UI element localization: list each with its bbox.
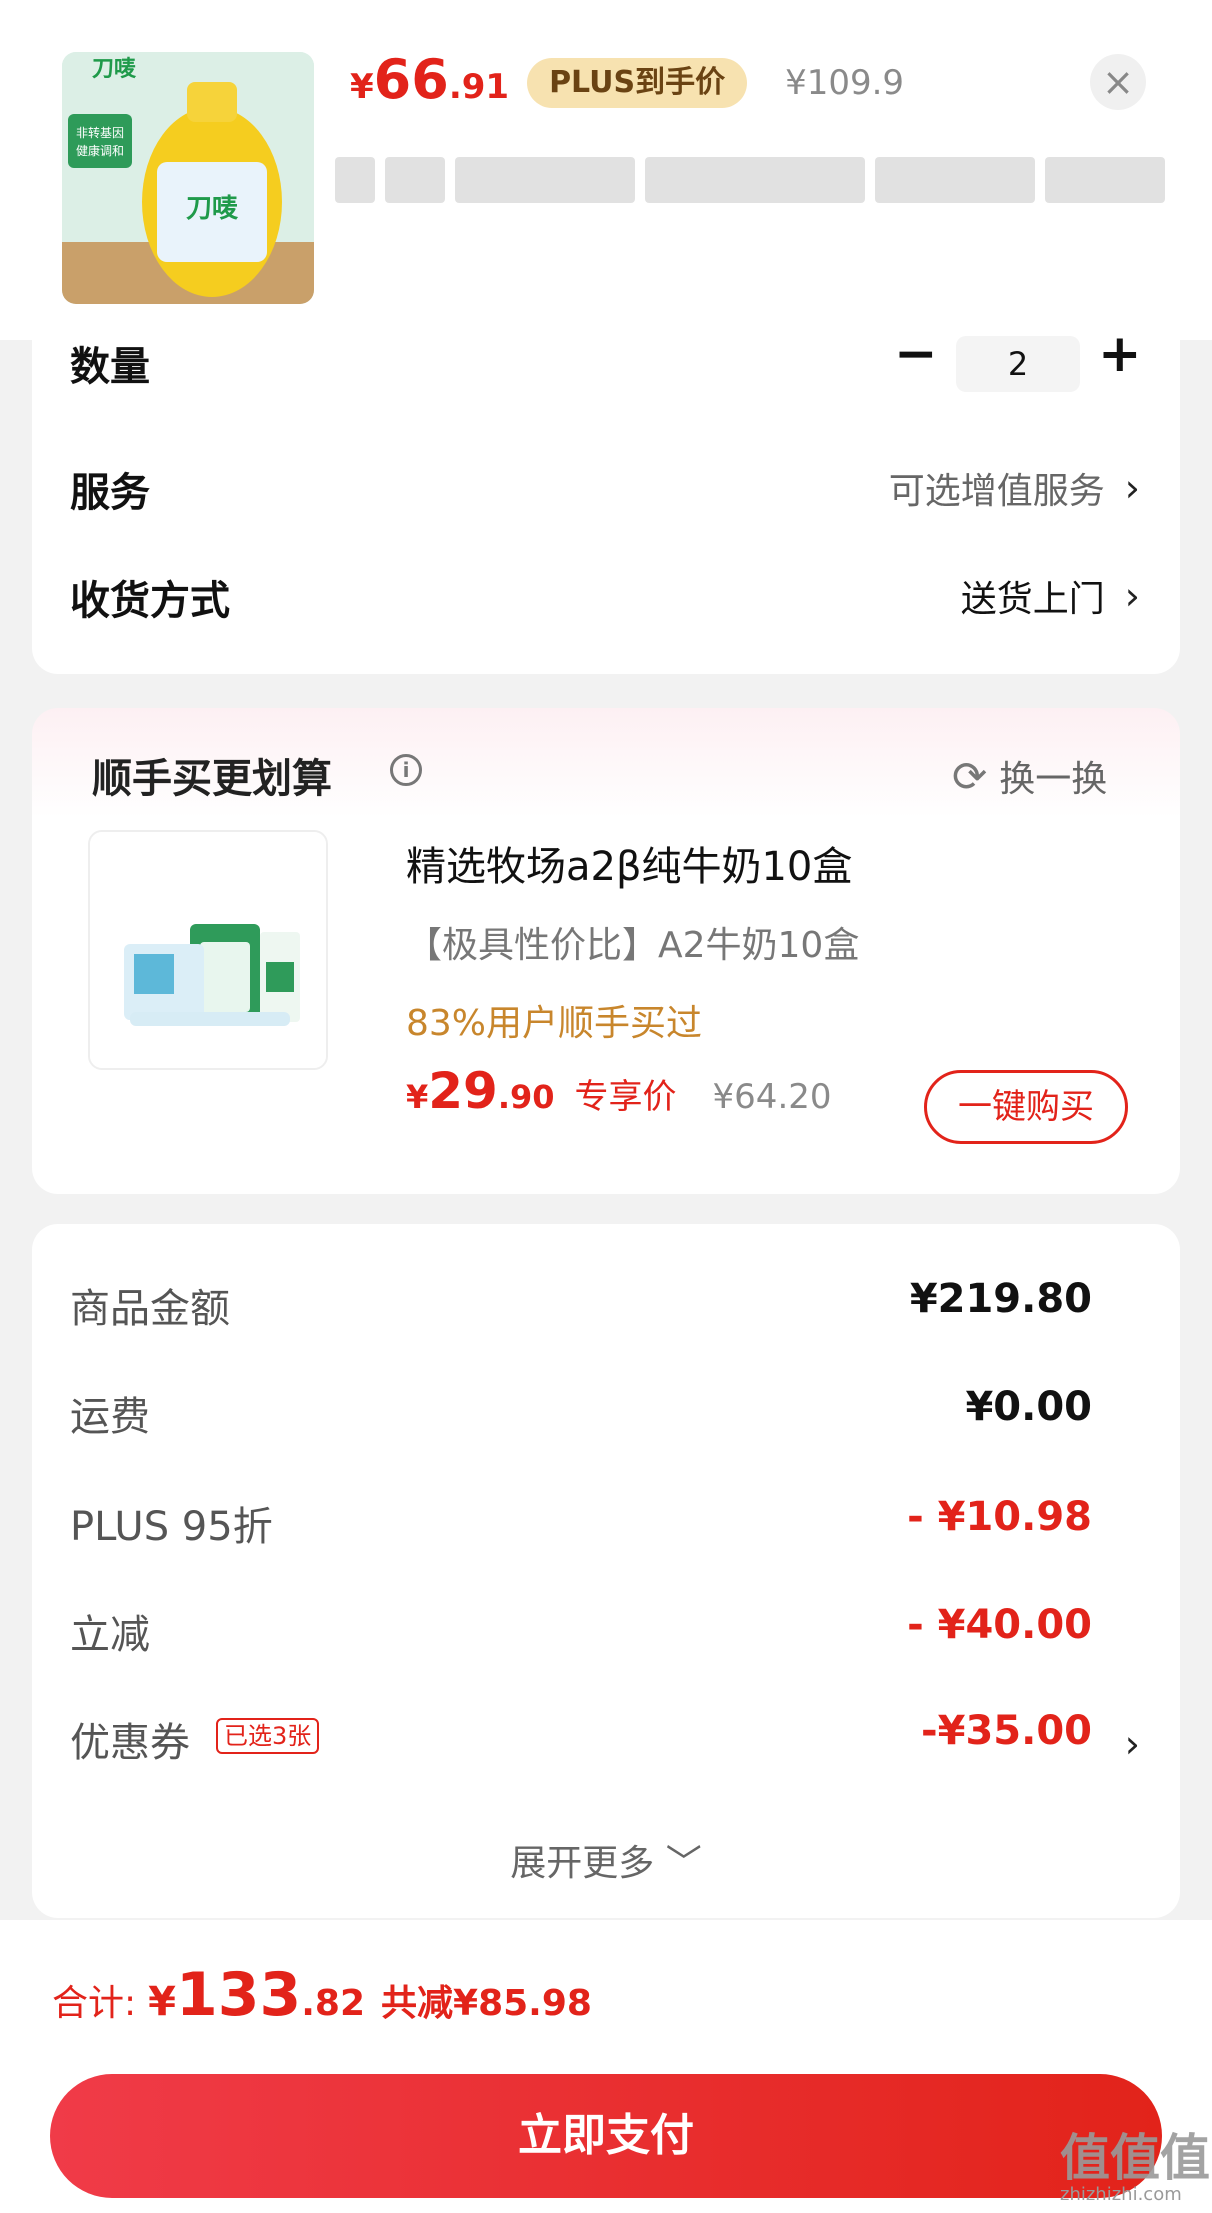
total-decimal: .82 (301, 1983, 366, 2024)
total-row: 合计: ¥ 133 .82 共减¥85.98 (52, 1960, 592, 2030)
delivery-selector[interactable]: 送货上门 › (961, 570, 1140, 622)
quantity-minus-button[interactable]: − (894, 324, 938, 384)
upsell-price-currency: ¥ (406, 1078, 429, 1116)
oil-bottle-image: 刀唛 非转基因 健康调和 刀唛 (62, 52, 314, 304)
upsell-original-price: ¥64.20 (712, 1077, 832, 1117)
quantity-input[interactable]: 2 (956, 336, 1080, 392)
breakdown-label-coupon: 优惠券 (70, 1720, 190, 1766)
quantity-label: 数量 (70, 344, 150, 390)
swap-label: 换一换 (999, 759, 1108, 800)
svg-text:非转基因: 非转基因 (76, 125, 124, 140)
watermark-logo: 值值值 (1060, 2129, 1210, 2187)
exclusive-price-label: 专享价 (574, 1077, 677, 1117)
checkout-sheet: 刀唛 非转基因 健康调和 刀唛 ¥66.91 PLUS到手价 ¥109.9 × … (0, 0, 1212, 2213)
milk-product-image[interactable] (88, 830, 328, 1070)
svg-text:刀唛: 刀唛 (186, 194, 239, 224)
total-label: 合计: (52, 1983, 137, 2024)
breakdown-value-instant: - ¥40.00 (907, 1602, 1092, 1648)
price-decimal: .91 (448, 67, 510, 107)
upsell-price: ¥29.90 (406, 1062, 555, 1120)
service-selector[interactable]: 可选增值服务 › (889, 462, 1140, 514)
watermark-url: zhizhizhi.com (1060, 2184, 1182, 2205)
chevron-right-icon: › (1124, 574, 1140, 618)
milk-box-image (90, 832, 326, 1068)
breakdown-label-plus: PLUS 95折 (70, 1504, 273, 1550)
breakdown-label-goods: 商品金额 (70, 1286, 230, 1332)
upsell-price-integer: 29 (428, 1062, 498, 1120)
total-saved: 共减¥85.98 (381, 1983, 592, 2024)
plus-price-badge: PLUS到手价 (527, 58, 748, 108)
service-label: 服务 (70, 470, 150, 516)
product-price: ¥66.91 (350, 48, 509, 111)
close-button[interactable]: × (1090, 54, 1146, 110)
svg-text:刀唛: 刀唛 (92, 56, 137, 82)
one-click-buy-button[interactable]: 一键购买 (924, 1070, 1128, 1144)
close-icon: × (1102, 60, 1134, 104)
price-currency: ¥ (350, 67, 374, 107)
upsell-card: 顺手买更划算 i ⟳ 换一换 精选牧场a2β纯牛奶10盒 【极具性价比】A2牛奶… (32, 708, 1180, 1194)
breakdown-value-coupon[interactable]: -¥35.00 (921, 1708, 1092, 1754)
total-currency: ¥ (148, 1979, 176, 2025)
upsell-bought-stat: 83%用户顺手买过 (406, 1003, 703, 1044)
chevron-right-icon[interactable]: › (1125, 1722, 1140, 1766)
refresh-icon: ⟳ (952, 751, 988, 801)
original-price: ¥109.9 (785, 63, 905, 103)
price-breakdown-card: 商品金额 ¥219.80 运费 ¥0.00 PLUS 95折 - ¥10.98 … (32, 1224, 1180, 1918)
total-integer: 133 (175, 1960, 302, 2030)
svg-text:健康调和: 健康调和 (76, 143, 124, 158)
product-price-row: ¥66.91 PLUS到手价 ¥109.9 (350, 48, 904, 118)
quantity-plus-button[interactable]: + (1098, 324, 1142, 384)
breakdown-value-goods: ¥219.80 (909, 1276, 1092, 1322)
product-thumbnail: 刀唛 非转基因 健康调和 刀唛 (62, 52, 314, 304)
swap-button[interactable]: ⟳ 换一换 (952, 750, 1107, 802)
info-icon[interactable]: i (390, 754, 422, 786)
expand-more-button[interactable]: 展开更多 ﹀ (32, 1834, 1180, 1886)
upsell-price-row: ¥29.90 专享价 ¥64.20 (406, 1062, 832, 1120)
coupon-selected-badge[interactable]: 已选3张 (216, 1718, 320, 1754)
breakdown-value-plus: - ¥10.98 (907, 1494, 1092, 1540)
breakdown-value-shipping: ¥0.00 (965, 1384, 1092, 1430)
price-integer: 66 (373, 48, 449, 111)
breakdown-label-instant: 立减 (70, 1612, 150, 1658)
breakdown-label-shipping: 运费 (70, 1394, 150, 1440)
upsell-product-name[interactable]: 精选牧场a2β纯牛奶10盒 (406, 834, 852, 892)
upsell-product-subtitle: 【极具性价比】A2牛奶10盒 (406, 925, 860, 966)
pay-now-button[interactable]: 立即支付 (50, 2074, 1162, 2198)
delivery-value: 送货上门 (960, 579, 1105, 620)
upsell-price-decimal: .90 (497, 1078, 555, 1116)
checkout-footer: 合计: ¥ 133 .82 共减¥85.98 立即支付 (0, 1920, 1212, 2213)
product-title-blurred (335, 150, 1175, 210)
product-header: 刀唛 非转基因 健康调和 刀唛 ¥66.91 PLUS到手价 ¥109.9 × (0, 0, 1212, 340)
chevron-right-icon: › (1124, 466, 1140, 510)
upsell-title: 顺手买更划算 (92, 756, 332, 802)
delivery-label: 收货方式 (70, 578, 230, 624)
service-value: 可选增值服务 (888, 471, 1105, 512)
